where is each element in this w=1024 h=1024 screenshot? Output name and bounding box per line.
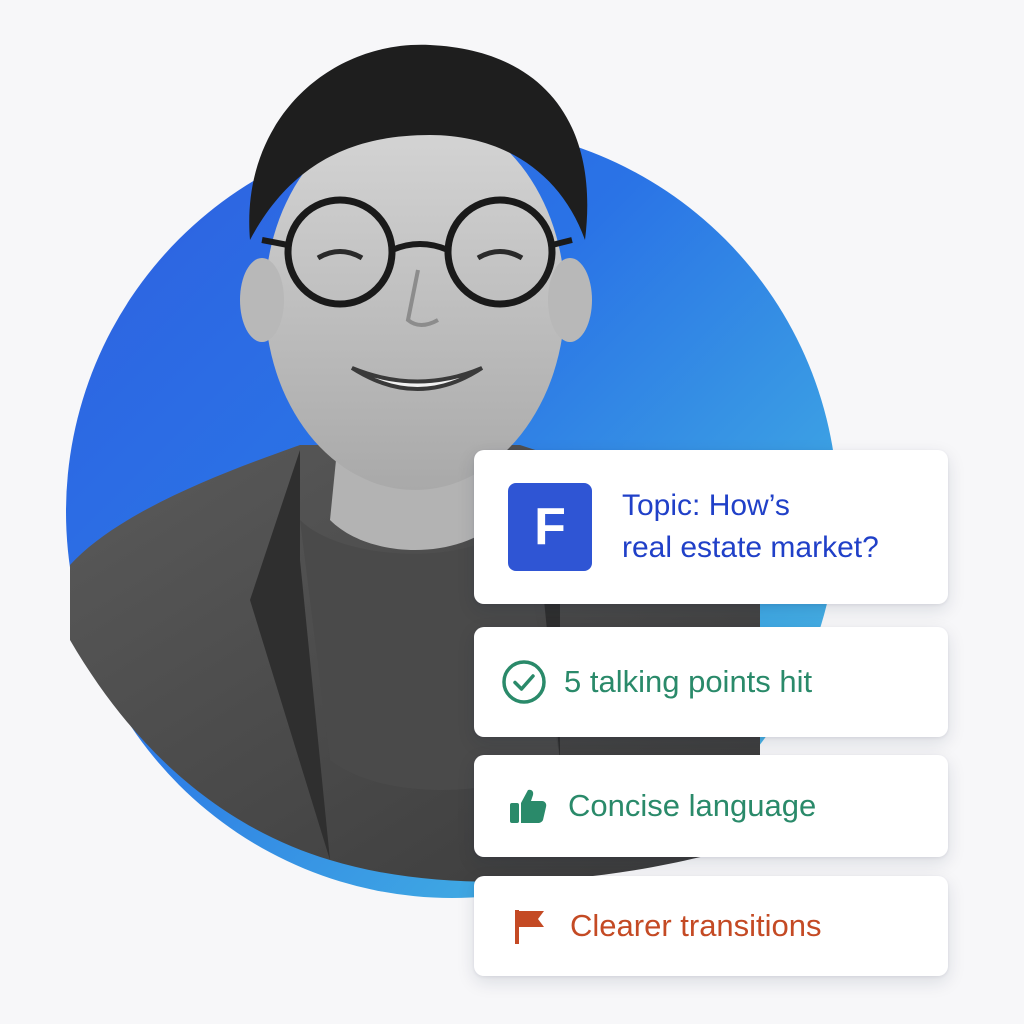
talking-points-label: 5 talking points hit xyxy=(564,664,813,699)
stage: F Topic: How’s real estate market? 5 tal… xyxy=(0,0,1024,1024)
check-circle-icon xyxy=(498,656,550,708)
concise-language-card[interactable]: Concise language xyxy=(474,755,948,857)
topic-card[interactable]: F Topic: How’s real estate market? xyxy=(474,450,948,604)
brand-logo-f: F xyxy=(508,483,592,571)
thumbs-up-icon xyxy=(502,780,554,832)
concise-language-label: Concise language xyxy=(568,788,817,823)
topic-line-1: Topic: How’s xyxy=(622,489,790,522)
clearer-transitions-card[interactable]: Clearer transitions xyxy=(474,876,948,976)
talking-points-card[interactable]: 5 talking points hit xyxy=(474,627,948,737)
clearer-transitions-label: Clearer transitions xyxy=(570,908,822,943)
topic-text: Topic: How’s real estate market? xyxy=(622,485,879,569)
flag-icon xyxy=(504,900,556,952)
topic-line-2: real estate market? xyxy=(622,531,879,564)
